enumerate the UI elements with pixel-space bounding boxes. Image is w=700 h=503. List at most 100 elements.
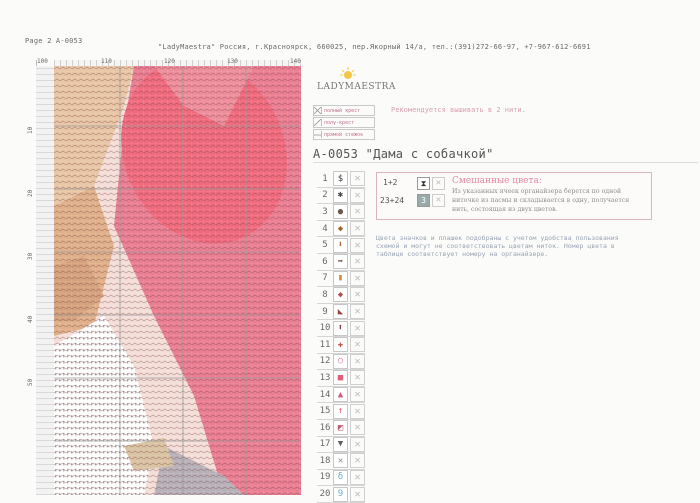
empty-swatch-x-icon: ✕: [350, 254, 365, 270]
color-symbol: ▮: [333, 270, 348, 286]
color-symbol: ■: [333, 370, 348, 386]
mixed-colors-text: Из указанных ячеек органайзера берется п…: [452, 188, 630, 213]
pattern-title: А-0053 "Дама с собачкой": [313, 147, 494, 161]
color-key-row: 8 ◆ ✕: [317, 287, 365, 304]
color-number: 16: [319, 422, 331, 433]
empty-x-icon: ✕: [432, 194, 445, 207]
color-note: Цвета значков и плашек подобраны с учето…: [376, 234, 619, 258]
color-number: 13: [319, 372, 331, 383]
cross-stitch-pattern: [54, 66, 301, 495]
color-symbol: ○: [333, 353, 348, 369]
half-cross-icon: [313, 118, 322, 127]
color-key-row: 3 ● ✕: [317, 204, 365, 221]
color-number: 9: [322, 306, 328, 317]
col-label-140: 140: [290, 58, 301, 65]
color-number: 18: [319, 455, 331, 466]
color-symbol: ✱: [333, 187, 348, 203]
empty-swatch-x-icon: ✕: [350, 171, 365, 187]
empty-swatch-x-icon: ✕: [350, 420, 365, 436]
color-number: 8: [322, 289, 328, 300]
empty-swatch-x-icon: ✕: [350, 320, 365, 336]
color-symbol: ✚: [333, 337, 348, 353]
empty-swatch-x-icon: ✕: [350, 453, 365, 469]
logo-text: LADYMAESTRA: [317, 82, 396, 92]
thread-recommendation: Рекомендуется вышивать в 2 нити.: [391, 106, 526, 114]
stitch-legend: полный крест полу-крест прямой стежок: [313, 105, 375, 141]
page-label: Page 2 A-0053: [25, 37, 83, 45]
empty-swatch-x-icon: ✕: [350, 387, 365, 403]
color-symbol: ⬆: [333, 320, 348, 336]
color-number: 17: [319, 439, 331, 450]
color-symbol: ➡: [333, 254, 348, 270]
color-number: 5: [322, 240, 328, 251]
color-symbol: ▼: [333, 436, 348, 452]
color-key-row: 5 ⬇ ✕: [317, 237, 365, 254]
empty-swatch-x-icon: ✕: [350, 436, 365, 452]
color-symbol: ◆: [333, 287, 348, 303]
color-key-row: 11 ✚ ✕: [317, 337, 365, 354]
color-key-row: 17 ▼ ✕: [317, 436, 365, 454]
color-key-table: 1 $ ✕ 2 ✱ ✕ 3 ● ✕ 4 ◆ ✕ 5 ⬇ ✕ 6 ➡ ✕ 7 ▮ ✕ 8 ◆ ✕ 9 ◣ ✕ 10 ⬆ ✕ 11 ✚ ✕ 12 ○ ✕ 1…: [317, 171, 365, 503]
color-key-row: 18 ✕ ✕: [317, 453, 365, 470]
row-label-20: 20: [27, 189, 34, 197]
hourglass-icon: ⧗: [417, 177, 430, 190]
color-symbol: ●: [333, 204, 348, 220]
straight-stitch-icon: [314, 131, 322, 138]
legend-half-cross: полу-крест: [313, 117, 375, 128]
title-divider: [313, 162, 698, 163]
empty-swatch-x-icon: ✕: [350, 353, 365, 369]
color-symbol: ◩: [333, 420, 348, 436]
color-key-row: 1 $ ✕: [317, 171, 365, 188]
empty-swatch-x-icon: ✕: [350, 486, 365, 502]
empty-swatch-x-icon: ✕: [350, 204, 365, 220]
color-key-row: 2 ✱ ✕: [317, 187, 365, 205]
color-number: 20: [319, 489, 331, 500]
color-key-row: 13 ■ ✕: [317, 370, 365, 387]
color-number: 7: [322, 273, 328, 284]
color-symbol: $: [333, 171, 348, 187]
color-number: 4: [322, 223, 328, 234]
color-symbol: ◣: [333, 304, 348, 320]
color-number: 15: [319, 406, 331, 417]
empty-swatch-x-icon: ✕: [350, 287, 365, 303]
empty-swatch-x-icon: ✕: [350, 304, 365, 320]
empty-swatch-x-icon: ✕: [350, 237, 365, 253]
empty-swatch-x-icon: ✕: [350, 403, 365, 419]
empty-swatch-x-icon: ✕: [350, 469, 365, 485]
empty-swatch-x-icon: ✕: [350, 270, 365, 286]
color-symbol: 9: [333, 486, 348, 502]
col-label-120: 120: [164, 58, 175, 65]
col-label-110: 110: [101, 58, 112, 65]
empty-swatch-x-icon: ✕: [350, 370, 365, 386]
row-label-30: 30: [27, 252, 34, 260]
color-number: 3: [322, 206, 328, 217]
row-label-10: 10: [27, 126, 34, 134]
color-number: 2: [322, 190, 328, 201]
row-label-50: 50: [27, 378, 34, 386]
color-key-row: 10 ⬆ ✕: [317, 320, 365, 337]
full-cross-icon: [313, 106, 322, 115]
color-number: 19: [319, 472, 331, 483]
color-symbol: ↑: [333, 403, 348, 419]
col-label-100: 100: [37, 58, 48, 65]
color-key-row: 9 ◣ ✕: [317, 304, 365, 321]
color-number: 6: [322, 256, 328, 267]
legend-straight-stitch: прямой стежок: [313, 129, 375, 140]
color-key-row: 12 ○ ✕: [317, 353, 365, 371]
color-number: 1: [322, 173, 328, 184]
color-symbol: ▲: [333, 387, 348, 403]
empty-x-icon: ✕: [432, 177, 445, 190]
empty-swatch-x-icon: ✕: [350, 221, 365, 237]
color-key-row: 7 ▮ ✕: [317, 270, 365, 288]
empty-swatch-x-icon: ✕: [350, 337, 365, 353]
color-number: 14: [319, 389, 331, 400]
color-symbol: ⬇: [333, 237, 348, 253]
mixed-colors-heading: Смешанные цвета:: [452, 176, 542, 186]
color-key-row: 14 ▲ ✕: [317, 387, 365, 404]
color-symbol: δ: [333, 469, 348, 485]
col-label-130: 130: [227, 58, 238, 65]
legend-full-cross: полный крест: [313, 105, 375, 116]
color-symbol: ◆: [333, 221, 348, 237]
color-number: 10: [319, 323, 331, 334]
color-symbol: ✕: [333, 453, 348, 469]
